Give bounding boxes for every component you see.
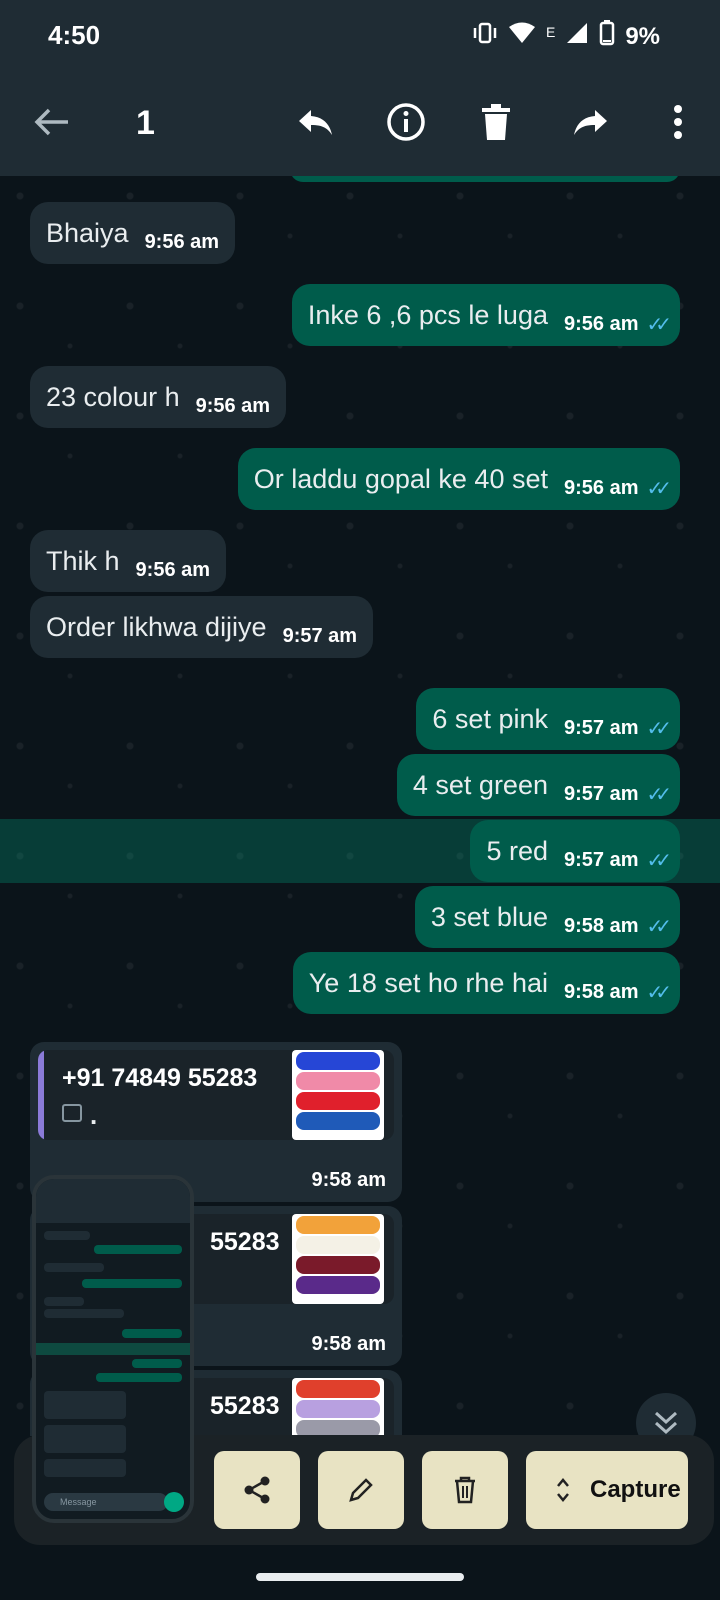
read-ticks-icon: ✓✓ — [646, 783, 671, 806]
network-type: E — [545, 23, 556, 40]
image-icon — [62, 1104, 82, 1122]
message-bubble-incoming[interactable]: Bhaiya 9:56 am — [30, 202, 236, 264]
preview-bubble — [132, 1359, 182, 1368]
preview-bubble — [94, 1245, 182, 1254]
preview-highlight — [36, 1343, 190, 1355]
more-options-icon[interactable] — [656, 100, 700, 144]
message-bubble-outgoing[interactable]: Inke 6 ,6 pcs le luga 9:56 am ✓✓ — [291, 284, 680, 346]
message-time: 9:58 am — [311, 1169, 387, 1191]
wifi-icon — [508, 21, 536, 52]
message-time: 9:56 am — [195, 394, 271, 417]
message-bubble-outgoing[interactable]: Ye 18 set ho rhe hai 9:58 am ✓✓ — [292, 952, 680, 1014]
message-text: Or laddu gopal ke 40 set — [253, 463, 548, 494]
message-text: 5 red — [486, 835, 548, 866]
back-arrow-icon[interactable] — [30, 100, 74, 144]
message-time: 9:57 am — [563, 716, 639, 739]
message-text: 3 set blue — [430, 901, 548, 932]
read-ticks-icon: ✓✓ — [646, 477, 671, 500]
preview-bubble — [96, 1373, 182, 1382]
status-time: 4:50 — [48, 20, 101, 50]
preview-bubble — [44, 1263, 104, 1272]
message-text: 23 colour h — [46, 381, 180, 412]
read-ticks-icon: ✓✓ — [646, 981, 671, 1004]
preview-bubble — [44, 1231, 90, 1240]
quoted-sender: 55283 — [210, 1228, 280, 1256]
message-text: 4 set green — [412, 769, 548, 800]
preview-card — [44, 1391, 126, 1419]
message-time: 9:56 am — [144, 230, 220, 253]
signal-icon — [565, 21, 589, 52]
message-bubble-selected[interactable]: 5 red 9:57 am ✓✓ — [470, 820, 680, 882]
battery-icon — [599, 20, 615, 53]
battery-percent: 9% — [625, 22, 660, 50]
quoted-text: . — [90, 1100, 98, 1130]
message-bubble-outgoing[interactable]: Or laddu gopal ke 40 set 9:56 am ✓✓ — [237, 448, 680, 510]
screen: 4:50 E 9% 1 Bhaiya 9:56 am Inke 6 ,6 pcs… — [0, 0, 720, 1600]
quoted-message[interactable]: +91 74849 55283 . — [38, 1050, 394, 1140]
gesture-nav-bar[interactable] — [256, 1573, 464, 1581]
message-time: 9:57 am — [282, 624, 358, 647]
forward-icon[interactable] — [568, 100, 612, 144]
message-bubble-outgoing[interactable]: 6 set pink 9:57 am ✓✓ — [416, 688, 680, 750]
message-time: 9:56 am — [563, 476, 639, 499]
capture-label: Capture — [590, 1476, 681, 1503]
preview-card — [44, 1425, 126, 1453]
status-bar: 4:50 E 9% — [0, 0, 720, 70]
trash-icon — [455, 1476, 475, 1504]
expand-icon — [557, 1478, 569, 1502]
delete-screenshot-button[interactable] — [422, 1451, 508, 1529]
quoted-sender: 55283 — [210, 1392, 280, 1420]
quoted-image-thumbnail — [292, 1050, 384, 1140]
message-time: 9:57 am — [563, 782, 639, 805]
message-text: Inke 6 ,6 pcs le luga — [307, 299, 548, 330]
selected-count: 1 — [136, 104, 155, 142]
read-ticks-icon: ✓✓ — [646, 915, 671, 938]
pencil-icon — [349, 1478, 373, 1502]
message-time: 9:56 am — [135, 558, 211, 581]
message-text: Thik h — [46, 545, 120, 576]
message-text: 6 set pink — [432, 703, 548, 734]
message-time: 9:56 am — [563, 312, 639, 335]
message-bubble-incoming[interactable]: 23 colour h 9:56 am — [30, 366, 287, 428]
screenshot-preview-thumbnail[interactable]: Message — [32, 1175, 194, 1523]
preview-card — [44, 1459, 126, 1477]
capture-more-button[interactable]: Capture — [526, 1451, 688, 1529]
preview-app-bar — [36, 1179, 190, 1223]
reply-icon[interactable] — [294, 100, 338, 144]
edit-button[interactable] — [318, 1451, 404, 1529]
quoted-image-thumbnail — [292, 1214, 384, 1304]
quoted-image-thumbnail — [292, 1378, 384, 1436]
quote-accent-bar — [38, 1050, 44, 1140]
double-chevron-down-icon — [654, 1411, 678, 1435]
info-icon[interactable] — [384, 100, 428, 144]
message-time: 9:58 am — [563, 980, 639, 1003]
quoted-sender: +91 74849 55283 — [62, 1064, 258, 1092]
share-icon — [244, 1476, 270, 1504]
preview-bubble — [82, 1279, 182, 1288]
selection-app-bar: 1 — [0, 70, 720, 176]
message-text: Bhaiya — [46, 217, 129, 248]
preview-message-field: Message — [44, 1493, 168, 1511]
vibrate-icon — [472, 21, 498, 52]
message-time: 9:58 am — [311, 1333, 387, 1355]
preview-bubble — [44, 1309, 124, 1318]
mic-icon — [164, 1492, 184, 1512]
share-button[interactable] — [214, 1451, 300, 1529]
status-icons: E 9% — [472, 20, 660, 53]
message-time: 9:58 am — [563, 914, 639, 937]
message-text: Ye 18 set ho rhe hai — [308, 967, 548, 998]
preview-bubble — [122, 1329, 182, 1338]
message-text: Order likhwa dijiye — [46, 611, 267, 642]
delete-icon[interactable] — [474, 100, 518, 144]
read-ticks-icon: ✓✓ — [646, 849, 671, 872]
message-bubble-incoming[interactable]: Thik h 9:56 am — [30, 530, 227, 592]
read-ticks-icon: ✓✓ — [646, 313, 671, 336]
message-time: 9:57 am — [563, 848, 639, 871]
message-bubble-outgoing[interactable]: 4 set green 9:57 am ✓✓ — [396, 754, 680, 816]
partial-message-bubble[interactable] — [290, 176, 680, 182]
message-bubble-incoming[interactable]: Order likhwa dijiye 9:57 am — [30, 596, 374, 658]
preview-bubble — [44, 1297, 84, 1306]
read-ticks-icon: ✓✓ — [646, 717, 671, 740]
message-bubble-outgoing[interactable]: 3 set blue 9:58 am ✓✓ — [414, 886, 680, 948]
